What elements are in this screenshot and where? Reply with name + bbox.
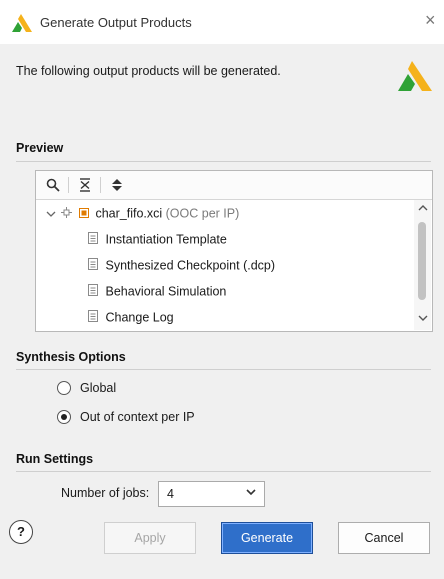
cancel-button[interactable]: Cancel [338,522,430,554]
preview-toolbar [36,171,432,200]
tree-item-label: Change Log [105,310,174,325]
jobs-label: Number of jobs: [61,486,150,500]
radio-global-indicator[interactable] [57,381,71,395]
chevron-down-icon[interactable] [46,201,58,227]
radio-global[interactable]: Global [57,379,257,399]
root-name: char_fifo.xci [95,206,163,221]
help-button[interactable]: ? [9,520,33,544]
preview-panel: char_fifo.xci (OOC per IP) Instantiation… [35,170,433,332]
window-title: Generate Output Products [40,15,192,30]
tree-item[interactable]: Instantiation Template [88,226,227,252]
preview-divider [16,161,431,162]
collapse-all-icon[interactable] [76,176,94,194]
tree-item-label: Instantiation Template [105,232,227,247]
tree-root-row[interactable]: char_fifo.xci (OOC per IP) [46,200,239,226]
dialog-content: The following output products will be ge… [0,44,444,579]
tree-item-label: Synthesized Checkpoint (.dcp) [105,258,276,273]
jobs-value: 4 [167,487,174,501]
radio-ooc-label: Out of context per IP [80,410,195,424]
close-icon[interactable]: × [425,11,436,29]
document-icon [88,227,102,253]
tree-item[interactable]: Change Log [88,304,174,330]
radio-global-label: Global [80,381,117,395]
ip-core-icon [61,201,75,227]
toolbar-separator [100,177,101,193]
scroll-down-icon[interactable] [417,315,428,325]
tree-item[interactable]: Synthesized Checkpoint (.dcp) [88,252,275,278]
scroll-up-icon[interactable] [417,204,428,214]
generate-button[interactable]: Generate [221,522,313,554]
document-icon [88,253,102,279]
tree-item[interactable]: Behavioral Simulation [88,278,226,304]
xci-file-icon [78,201,92,227]
intro-text: The following output products will be ge… [16,64,281,78]
scroll-thumb[interactable] [418,222,426,300]
document-icon [88,305,102,330]
vivado-brand-logo [398,61,432,91]
tree-item-label: Behavioral Simulation [105,284,227,299]
run-settings-divider [16,471,431,472]
vivado-logo-icon [12,14,32,32]
title-bar: Generate Output Products × [0,0,444,44]
root-suffix: (OOC per IP) [165,206,240,221]
toolbar-separator [68,177,69,193]
synthesis-options-title: Synthesis Options [16,350,126,364]
run-settings-title: Run Settings [16,452,94,466]
apply-button[interactable]: Apply [104,522,196,554]
radio-ooc[interactable]: Out of context per IP [57,408,307,428]
preview-tree: char_fifo.xci (OOC per IP) Instantiation… [36,200,414,330]
radio-ooc-indicator[interactable] [57,410,71,424]
search-icon[interactable] [44,176,62,194]
jobs-select[interactable]: 4 [158,481,265,507]
preview-scrollbar[interactable] [414,200,431,330]
chevron-down-icon[interactable] [245,486,257,498]
preview-section-title: Preview [16,141,64,155]
document-icon [88,279,102,305]
expand-all-icon[interactable] [108,176,126,194]
synthesis-divider [16,369,431,370]
